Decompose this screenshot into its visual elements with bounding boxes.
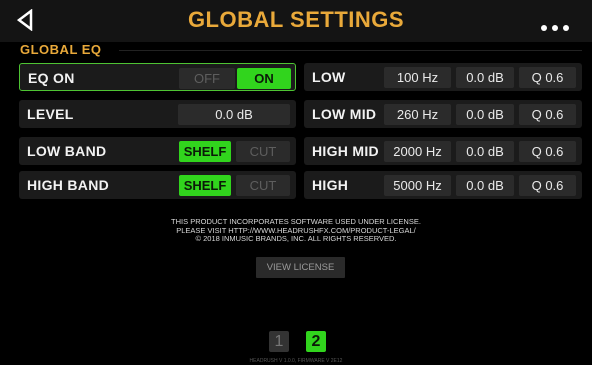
eq-off-button[interactable]: OFF [179, 68, 235, 89]
band-freq[interactable]: 5000 Hz [384, 175, 451, 196]
firmware-version: HEADRUSH V 1.0.0, FIRMWARE V 2E12 [249, 358, 343, 364]
level-row[interactable]: LEVEL 0.0 dB [19, 100, 296, 128]
band-q[interactable]: Q 0.6 [519, 104, 576, 125]
section-label: GLOBAL EQ [20, 42, 102, 57]
page-title: GLOBAL SETTINGS [187, 7, 405, 32]
low-band-cut-button[interactable]: CUT [236, 141, 290, 162]
band-q[interactable]: Q 0.6 [519, 67, 576, 88]
band-freq[interactable]: 100 Hz [384, 67, 451, 88]
legal-notice: THIS PRODUCT INCORPORATES SOFTWARE USED … [0, 217, 592, 244]
page-1-button[interactable]: 1 [269, 331, 289, 352]
band-row-low-mid[interactable]: LOW MID 260 Hz 0.0 dB Q 0.6 [304, 100, 582, 128]
section-divider [119, 50, 582, 51]
legal-line-3: © 2018 INMUSIC BRANDS, INC. ALL RIGHTS R… [195, 234, 397, 243]
band-q[interactable]: Q 0.6 [519, 175, 576, 196]
band-gain[interactable]: 0.0 dB [456, 141, 514, 162]
low-band-shelf-button[interactable]: SHELF [179, 141, 231, 162]
low-band-label: LOW BAND [27, 143, 107, 159]
band-row-low[interactable]: LOW 100 Hz 0.0 dB Q 0.6 [304, 63, 582, 91]
band-gain[interactable]: 0.0 dB [456, 175, 514, 196]
level-label: LEVEL [27, 106, 74, 122]
band-freq[interactable]: 2000 Hz [384, 141, 451, 162]
level-value[interactable]: 0.0 dB [178, 104, 290, 125]
eq-on-row[interactable]: EQ ON OFF ON [19, 63, 296, 91]
band-freq[interactable]: 260 Hz [384, 104, 451, 125]
header-bar: GLOBAL SETTINGS [0, 0, 592, 42]
band-label: LOW MID [312, 106, 377, 122]
band-q[interactable]: Q 0.6 [519, 141, 576, 162]
high-band-shelf-button[interactable]: SHELF [179, 175, 231, 196]
low-band-row[interactable]: LOW BAND SHELF CUT [19, 137, 296, 165]
band-label: LOW [312, 69, 346, 85]
eq-on-button[interactable]: ON [237, 68, 291, 89]
eq-on-label: EQ ON [28, 70, 75, 86]
band-label: HIGH MID [312, 143, 379, 159]
band-gain[interactable]: 0.0 dB [456, 67, 514, 88]
more-options-icon[interactable] [541, 18, 575, 31]
high-band-cut-button[interactable]: CUT [236, 175, 290, 196]
band-gain[interactable]: 0.0 dB [456, 104, 514, 125]
band-row-high[interactable]: HIGH 5000 Hz 0.0 dB Q 0.6 [304, 171, 582, 199]
view-license-button[interactable]: VIEW LICENSE [256, 257, 345, 278]
band-label: HIGH [312, 177, 349, 193]
page-2-button[interactable]: 2 [306, 331, 326, 352]
high-band-label: HIGH BAND [27, 177, 110, 193]
band-row-high-mid[interactable]: HIGH MID 2000 Hz 0.0 dB Q 0.6 [304, 137, 582, 165]
high-band-row[interactable]: HIGH BAND SHELF CUT [19, 171, 296, 199]
